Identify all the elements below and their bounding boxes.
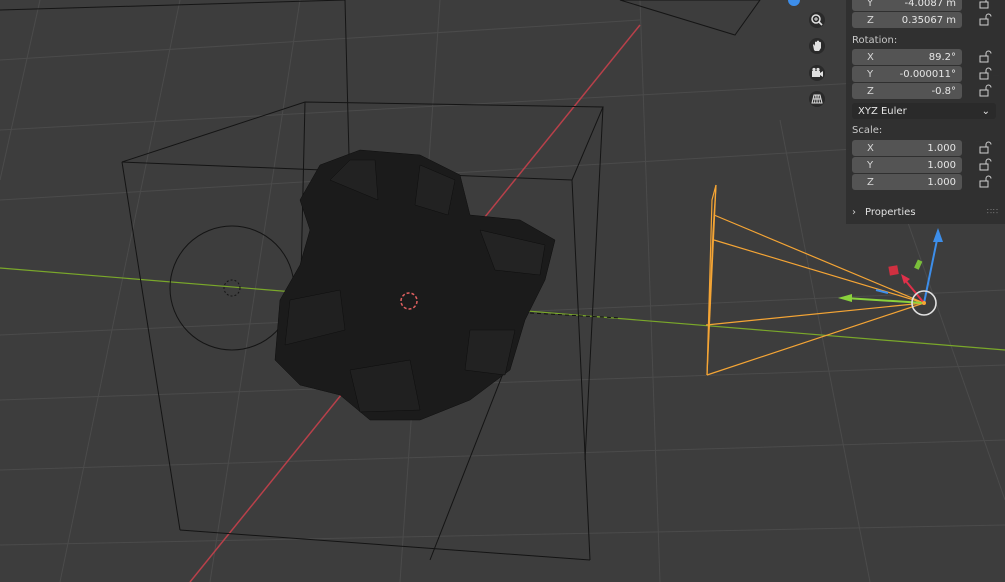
light-object — [169, 225, 295, 351]
grid-icon — [809, 91, 825, 107]
lock-icon[interactable] — [978, 50, 992, 64]
rotation-z-field[interactable]: Z -0.8° — [852, 83, 962, 99]
rotation-z-row: Z -0.8° — [852, 83, 1002, 99]
lock-icon[interactable] — [978, 67, 992, 81]
rotation-label: Rotation: — [852, 35, 898, 46]
properties-panel-header[interactable]: › Properties ∷∷ — [846, 203, 1005, 221]
scale-label: Scale: — [852, 125, 883, 136]
scale-y-row: Y 1.000 — [852, 157, 1002, 173]
location-z-row: Z 0.35067 m — [852, 12, 1002, 28]
rotation-x-field[interactable]: X 89.2° — [852, 49, 962, 65]
lock-icon[interactable] — [978, 175, 992, 189]
chevron-right-icon: › — [852, 206, 856, 218]
header-dot-indicator[interactable] — [788, 0, 800, 6]
chevron-down-icon: ⌄ — [981, 105, 990, 117]
zoom-button[interactable] — [805, 9, 829, 31]
scale-z-field[interactable]: Z 1.000 — [852, 174, 962, 190]
scale-x-field[interactable]: X 1.000 — [852, 140, 962, 156]
lock-icon[interactable] — [978, 158, 992, 172]
location-z-field[interactable]: Z 0.35067 m — [852, 12, 962, 28]
hand-icon — [809, 38, 825, 54]
rotation-x-row: X 89.2° — [852, 49, 1002, 65]
perspective-toggle-button[interactable] — [805, 88, 829, 110]
lock-icon[interactable] — [978, 84, 992, 98]
scale-x-row: X 1.000 — [852, 140, 1002, 156]
pan-button[interactable] — [805, 35, 829, 57]
transform-gizmo[interactable] — [838, 228, 943, 316]
rotation-y-row: Y -0.000011° — [852, 66, 1002, 82]
camera-icon — [809, 65, 825, 81]
drag-grip-icon[interactable]: ∷∷ — [987, 207, 999, 216]
properties-label: Properties — [865, 206, 916, 218]
zoom-icon — [809, 12, 825, 28]
location-y-field[interactable]: Y -4.0087 m — [852, 0, 962, 11]
rotation-mode-select[interactable]: XYZ Euler ⌄ — [852, 103, 996, 119]
lock-icon[interactable] — [978, 141, 992, 155]
transform-panel: Y -4.0087 m Z 0.35067 m Rotation: X 89.2… — [846, 0, 1005, 224]
location-y-row: Y -4.0087 m — [852, 0, 1002, 11]
rotation-y-field[interactable]: Y -0.000011° — [852, 66, 962, 82]
camera-view-button[interactable] — [805, 62, 829, 84]
lock-icon[interactable] — [978, 0, 992, 10]
lock-icon[interactable] — [978, 13, 992, 27]
scale-y-field[interactable]: Y 1.000 — [852, 157, 962, 173]
scale-z-row: Z 1.000 — [852, 174, 1002, 190]
particle-mesh — [274, 149, 556, 421]
